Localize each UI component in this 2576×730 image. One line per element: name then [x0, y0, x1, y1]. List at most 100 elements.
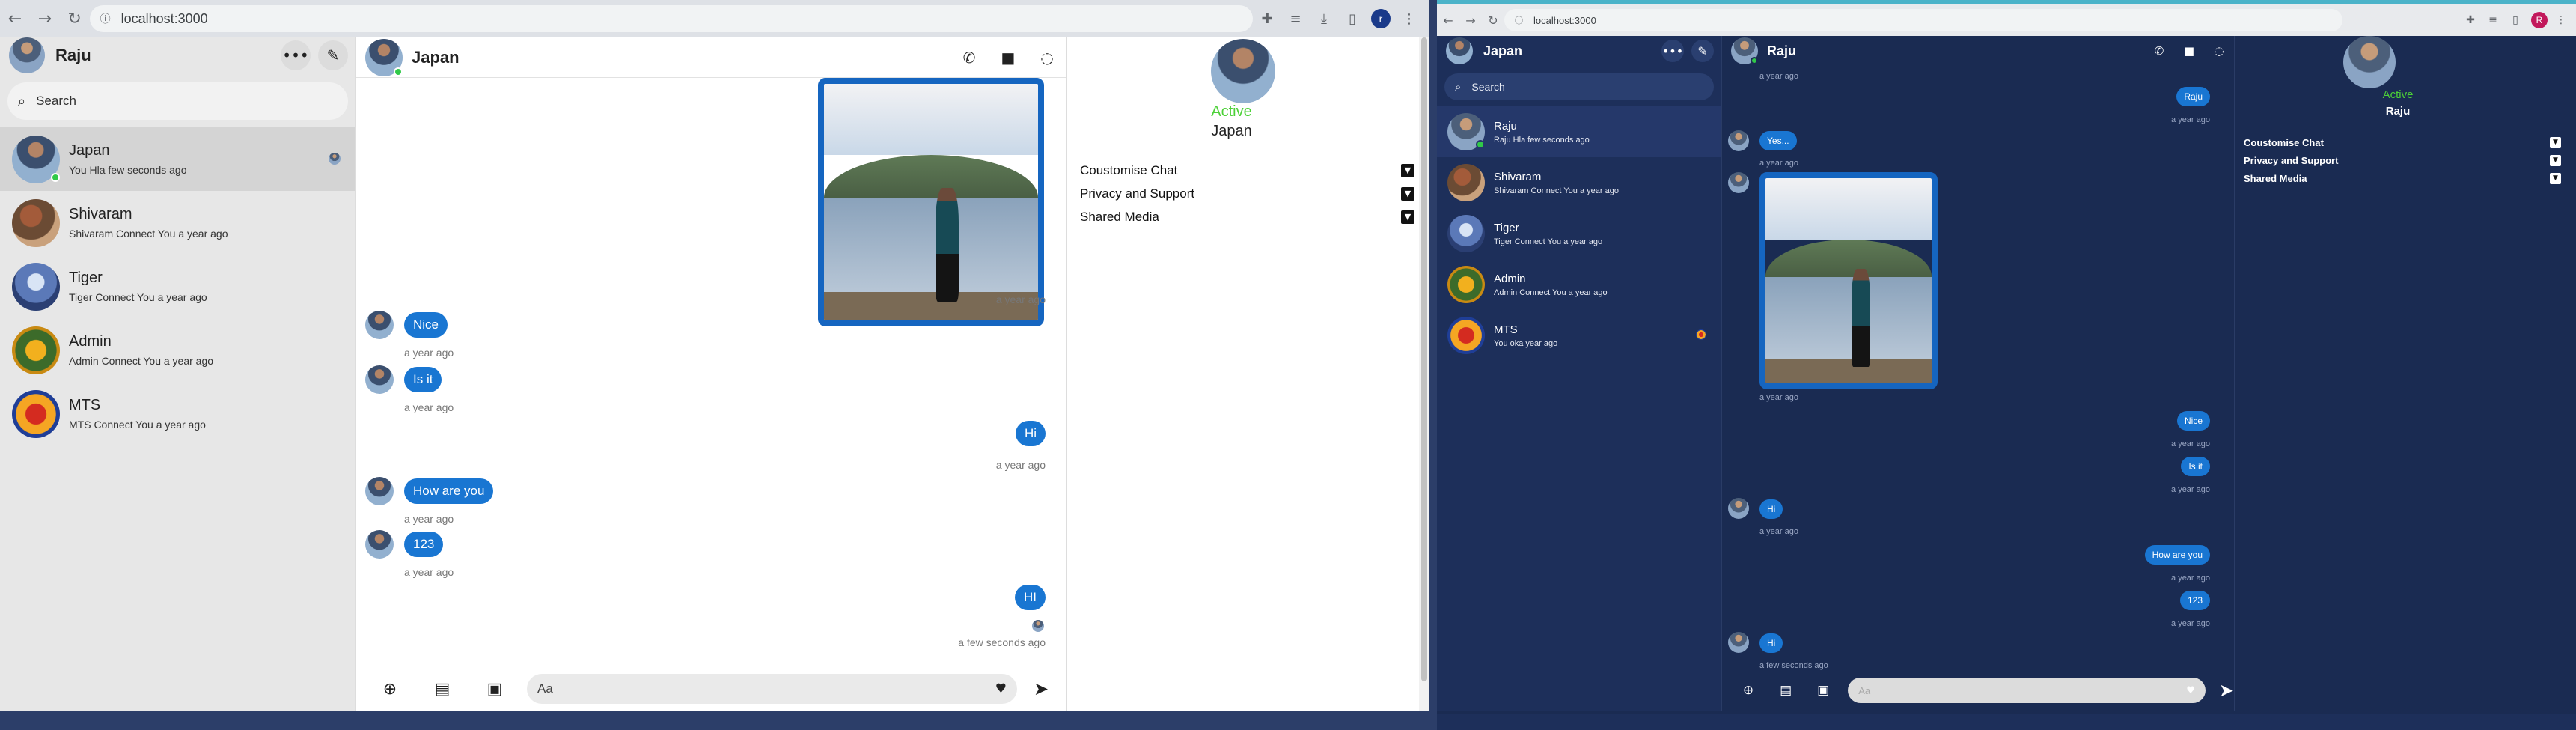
heart-icon[interactable]: ♥	[2186, 685, 2195, 696]
gift-icon[interactable]: ▣	[468, 680, 521, 699]
file-icon[interactable]: ▤	[1767, 683, 1804, 698]
conversation-name: Admin	[69, 333, 112, 350]
conversation-preview: Tiger Connect You a year ago	[69, 291, 207, 303]
profile-avatar[interactable]: R	[2531, 12, 2548, 28]
conversation-sidebar: Japan ••• ✎ ⌕ Search Raju Raju Hla few se…	[1437, 36, 1721, 711]
chevron-down-icon[interactable]: ▼	[2550, 155, 2561, 166]
puzzle-extension-icon[interactable]: ✚	[1253, 11, 1281, 27]
conversation-item-shivaram[interactable]: Shivaram Shivaram Connect You a year ago	[1437, 157, 1721, 208]
chat-info-icon[interactable]: ◌	[2204, 44, 2234, 58]
shared-photo[interactable]	[1759, 172, 1938, 389]
search-input[interactable]: ⌕ Search	[1444, 73, 1714, 100]
shared-media-row[interactable]: Shared Media ▼	[2244, 173, 2561, 184]
conversation-name: Japan	[69, 142, 110, 159]
reload-icon[interactable]: ↻	[60, 10, 90, 28]
media-icon[interactable]: ≡	[2482, 14, 2504, 26]
message-time: a year ago	[995, 459, 1046, 471]
reload-icon[interactable]: ↻	[1482, 13, 1504, 28]
conversation-item-shivaram[interactable]: Shivaram Shivaram Connect You a year ago	[0, 191, 355, 255]
conversation-item-raju[interactable]: Raju Raju Hla few seconds ago	[1437, 106, 1721, 157]
new-message-button[interactable]: ✎	[318, 40, 348, 70]
video-call-icon[interactable]: ■	[989, 49, 1028, 67]
browser-toolbar: ← → ↻ ⓘ localhost:3000 ✚ ≡ ▯ R ⋮	[1437, 0, 2576, 36]
menu-dots-icon[interactable]: ⋮	[2552, 14, 2570, 26]
menu-dots-icon[interactable]: ⋮	[1395, 11, 1423, 27]
bottom-strip	[0, 711, 1429, 730]
message-time: a year ago	[2171, 619, 2210, 628]
shared-media-row[interactable]: Shared Media ▼	[1080, 210, 1414, 225]
side-panel-icon[interactable]: ▯	[1338, 11, 1367, 27]
message-bubble: Is it	[404, 367, 442, 392]
conversation-item-tiger[interactable]: Tiger Tiger Connect You a year ago	[1437, 208, 1721, 259]
user-avatar[interactable]	[9, 37, 45, 73]
search-icon: ⌕	[1455, 80, 1462, 94]
chat-info-icon[interactable]: ◌	[1028, 49, 1066, 67]
chevron-down-icon[interactable]: ▼	[1401, 164, 1414, 177]
sender-avatar	[1728, 172, 1749, 193]
video-call-icon[interactable]: ■	[2174, 44, 2204, 58]
conversation-name: MTS	[69, 397, 101, 413]
site-info-icon[interactable]: ⓘ	[1515, 14, 1523, 26]
browser-window-dark: ← → ↻ ⓘ localhost:3000 ✚ ≡ ▯ R ⋮ Japan •…	[1437, 0, 2576, 730]
online-indicator	[51, 172, 60, 182]
chat-title: Raju	[1767, 43, 1797, 58]
back-icon[interactable]: ←	[1437, 13, 1459, 28]
profile-avatar[interactable]: r	[1371, 9, 1391, 28]
add-circle-icon[interactable]: ⊕	[364, 680, 416, 699]
conversation-item-mts[interactable]: MTS You oka year ago	[1437, 310, 1721, 361]
browser-window-light: ← → ↻ ⓘ localhost:3000 ✚ ≡ ⤓ ▯ r ⋮ Raju …	[0, 0, 1429, 730]
online-indicator	[1751, 57, 1758, 64]
url-text: localhost:3000	[1533, 14, 1596, 26]
phone-icon[interactable]: ✆	[950, 49, 989, 67]
chevron-down-icon[interactable]: ▼	[2550, 137, 2561, 148]
message-composer: ⊕ ▤ ▣ Aa ♥ ➤	[1722, 669, 2234, 711]
more-options-button[interactable]: •••	[281, 40, 311, 70]
site-info-icon[interactable]: ⓘ	[100, 11, 111, 26]
info-name: Japan	[1211, 123, 1252, 139]
address-bar[interactable]: ⓘ localhost:3000	[1504, 9, 2342, 31]
forward-icon[interactable]: →	[30, 10, 60, 28]
new-message-button[interactable]: ✎	[1691, 40, 1714, 62]
address-bar[interactable]: ⓘ localhost:3000	[89, 5, 1254, 32]
message-time: a year ago	[1759, 159, 1798, 168]
customise-chat-row[interactable]: Coustomise Chat ▼	[1080, 163, 1414, 178]
send-icon[interactable]: ➤	[1034, 678, 1049, 699]
file-icon[interactable]: ▤	[416, 680, 468, 699]
send-icon[interactable]: ➤	[2219, 680, 2234, 701]
download-icon[interactable]: ⤓	[1310, 11, 1338, 27]
conversation-item-tiger[interactable]: Tiger Tiger Connect You a year ago	[0, 255, 355, 318]
conversation-item-admin[interactable]: Admin Admin Connect You a year ago	[0, 318, 355, 382]
chat-info-panel: Active Japan Coustomise Chat ▼ Privacy an…	[1066, 37, 1429, 711]
sender-avatar	[365, 311, 394, 339]
chevron-down-icon[interactable]: ▼	[1401, 187, 1414, 201]
add-circle-icon[interactable]: ⊕	[1730, 683, 1767, 698]
back-icon[interactable]: ←	[0, 10, 30, 28]
chevron-down-icon[interactable]: ▼	[2550, 173, 2561, 184]
puzzle-extension-icon[interactable]: ✚	[2459, 14, 2482, 26]
avatar	[12, 262, 60, 311]
gift-icon[interactable]: ▣	[1804, 683, 1842, 698]
heart-icon[interactable]: ♥	[995, 681, 1007, 696]
forward-icon[interactable]: →	[1459, 13, 1482, 28]
message-bubble: Hi	[1759, 633, 1783, 653]
privacy-support-row[interactable]: Privacy and Support ▼	[1080, 186, 1414, 201]
url-text: localhost:3000	[120, 10, 208, 26]
conversation-item-mts[interactable]: MTS MTS Connect You a year ago	[0, 382, 355, 445]
conversation-item-japan[interactable]: Japan You Hla few seconds ago	[0, 127, 355, 191]
message-bubble: 123	[2179, 591, 2210, 610]
more-options-button[interactable]: •••	[1661, 40, 1684, 62]
customise-chat-row[interactable]: Coustomise Chat ▼	[2244, 137, 2561, 148]
user-avatar[interactable]	[1446, 37, 1473, 64]
search-input[interactable]: ⌕ Search	[7, 82, 348, 120]
media-icon[interactable]: ≡	[1281, 11, 1310, 27]
side-panel-icon[interactable]: ▯	[2504, 14, 2527, 26]
chevron-down-icon[interactable]: ▼	[1401, 210, 1414, 224]
phone-icon[interactable]: ✆	[2144, 44, 2174, 58]
page-scrollbar[interactable]	[1419, 37, 1429, 711]
message-bubble: Nice	[2176, 411, 2210, 431]
privacy-support-row[interactable]: Privacy and Support ▼	[2244, 155, 2561, 166]
message-input[interactable]: Aa ♥	[1848, 678, 2206, 703]
shared-photo[interactable]	[818, 78, 1044, 326]
message-input[interactable]: Aa ♥	[527, 674, 1017, 704]
conversation-item-admin[interactable]: Admin Admin Connect You a year ago	[1437, 259, 1721, 310]
